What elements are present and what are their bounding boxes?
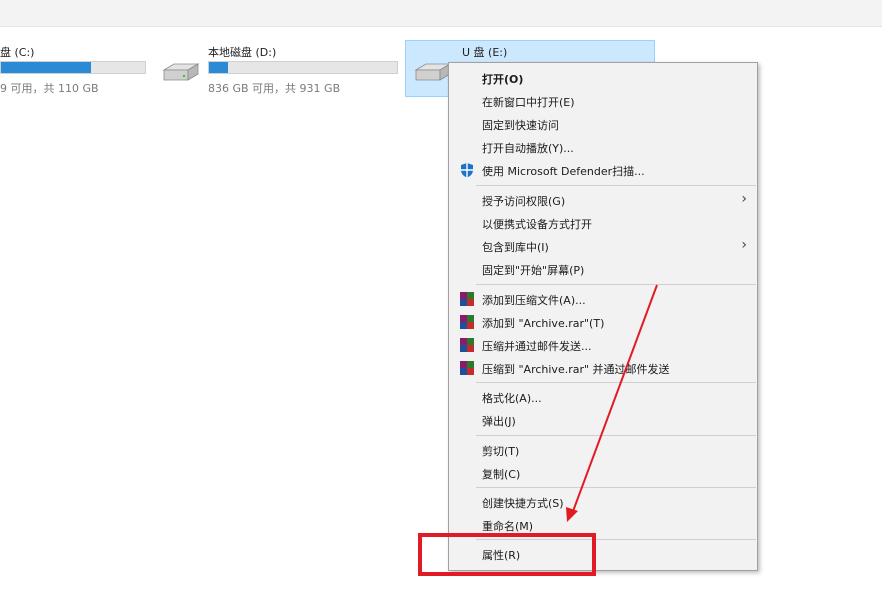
annotation-arrow-icon xyxy=(566,284,658,522)
